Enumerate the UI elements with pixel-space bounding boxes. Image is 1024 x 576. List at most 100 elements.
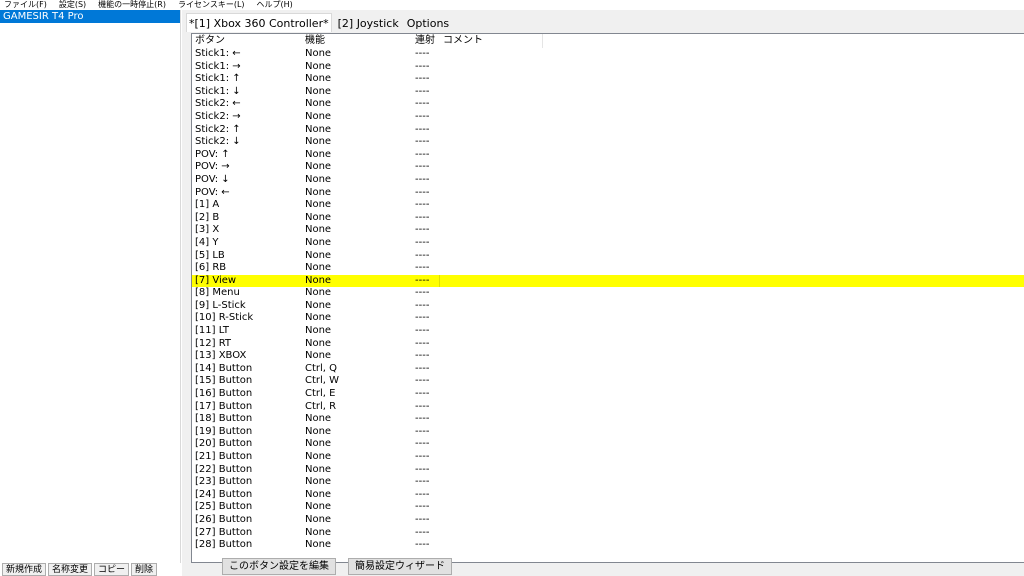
table-row[interactable]: [17] Button Ctrl, R ---- — [192, 401, 1024, 414]
table-row[interactable]: [12] RT None ---- — [192, 338, 1024, 351]
cell-function: None — [305, 287, 332, 299]
table-row[interactable]: Stick1: ↓ None ---- — [192, 86, 1024, 99]
cell-comment — [440, 287, 543, 300]
cell-button: [7] View — [195, 274, 237, 286]
cell-rapid-fire: ---- — [415, 501, 430, 513]
tab-bar: *[1] Xbox 360 Controller* [2] Joystick O… — [182, 10, 451, 32]
cell-function: None — [305, 199, 332, 211]
table-row[interactable]: [8] Menu None ---- — [192, 287, 1024, 300]
menu-settings[interactable]: 設定(S) — [59, 0, 86, 10]
table-row[interactable]: [4] Y None ---- — [192, 237, 1024, 250]
table-row[interactable]: POV: → None ---- — [192, 161, 1024, 174]
table-row[interactable]: [18] Button None ---- — [192, 413, 1024, 426]
table-row[interactable]: [16] Button Ctrl, E ---- — [192, 388, 1024, 401]
table-row[interactable]: [3] X None ---- — [192, 224, 1024, 237]
cell-button: [16] Button — [195, 388, 253, 400]
cell-rapid-fire: ---- — [415, 438, 430, 450]
button-mapping-list[interactable]: ボタン 機能 連射 コメント Stick1: ← None ---- Stick1: … — [191, 33, 1024, 563]
cell-comment — [440, 338, 543, 351]
simple-setup-wizard-button[interactable]: 簡易設定ウィザード — [348, 558, 452, 575]
table-row[interactable]: [21] Button None ---- — [192, 451, 1024, 464]
cell-rapid-fire: ---- — [415, 48, 430, 59]
cell-function: None — [305, 501, 332, 513]
table-row[interactable]: Stick1: ↑ None ---- — [192, 73, 1024, 86]
header-button[interactable]: ボタン — [192, 34, 302, 48]
table-row[interactable]: Stick1: ← None ---- — [192, 48, 1024, 61]
device-list-buttons: 新規作成 名称変更 コピー 削除 — [0, 563, 181, 576]
cell-comment — [440, 375, 543, 388]
cell-button: [13] XBOX — [195, 350, 247, 362]
header-comment[interactable]: コメント — [440, 34, 543, 48]
table-row[interactable]: [15] Button Ctrl, W ---- — [192, 375, 1024, 388]
header-function[interactable]: 機能 — [302, 34, 412, 48]
cell-comment — [440, 514, 543, 527]
cell-button: [23] Button — [195, 476, 253, 488]
cell-function: None — [305, 85, 332, 97]
cell-comment — [440, 124, 543, 137]
tab-xbox-controller[interactable]: *[1] Xbox 360 Controller* — [186, 13, 332, 32]
cell-comment — [440, 388, 543, 401]
table-row[interactable]: [9] L-Stick None ---- — [192, 300, 1024, 313]
cell-function: Ctrl, R — [305, 400, 337, 412]
new-button[interactable]: 新規作成 — [2, 563, 47, 576]
table-row[interactable]: [2] B None ---- — [192, 212, 1024, 225]
table-row[interactable]: [24] Button None ---- — [192, 489, 1024, 502]
menu-license[interactable]: ライセンスキー(L) — [178, 0, 245, 10]
table-row[interactable]: Stick2: ↑ None ---- — [192, 124, 1024, 137]
table-row[interactable]: Stick1: → None ---- — [192, 61, 1024, 74]
cell-function: Ctrl, E — [305, 388, 336, 400]
table-row[interactable]: [26] Button None ---- — [192, 514, 1024, 527]
table-row[interactable]: [7] View None ---- — [192, 274, 1024, 288]
menu-help[interactable]: ヘルプ(H) — [257, 0, 293, 10]
cell-function: None — [305, 73, 332, 85]
table-row[interactable]: [23] Button None ---- — [192, 476, 1024, 489]
cell-function: None — [305, 463, 332, 475]
cell-rapid-fire: ---- — [415, 85, 430, 97]
table-row[interactable]: POV: ↓ None ---- — [192, 174, 1024, 187]
edit-button-setting-button[interactable]: このボタン設定を編集 — [222, 558, 336, 575]
table-row[interactable]: Stick2: → None ---- — [192, 111, 1024, 124]
table-row[interactable]: [6] RB None ---- — [192, 262, 1024, 275]
cell-function: None — [305, 123, 332, 135]
table-row[interactable]: [20] Button None ---- — [192, 438, 1024, 451]
menu-file[interactable]: ファイル(F) — [4, 0, 47, 10]
table-row[interactable]: [27] Button None ---- — [192, 527, 1024, 540]
table-row[interactable]: [28] Button None ---- — [192, 539, 1024, 552]
cell-comment — [440, 262, 543, 275]
delete-button[interactable]: 削除 — [131, 563, 158, 576]
cell-button: [3] X — [195, 224, 220, 236]
rename-button[interactable]: 名称変更 — [48, 563, 93, 576]
cell-button: [26] Button — [195, 513, 253, 525]
table-row[interactable]: [14] Button Ctrl, Q ---- — [192, 363, 1024, 376]
table-row[interactable]: POV: ↑ None ---- — [192, 149, 1024, 162]
cell-button: Stick2: → — [195, 110, 241, 122]
table-row[interactable]: [5] LB None ---- — [192, 250, 1024, 263]
table-row[interactable]: [1] A None ---- — [192, 199, 1024, 212]
cell-comment — [440, 413, 543, 426]
cell-button: [2] B — [195, 211, 220, 223]
cell-button: [1] A — [195, 199, 220, 211]
table-row[interactable]: Stick2: ← None ---- — [192, 98, 1024, 111]
table-row[interactable]: [13] XBOX None ---- — [192, 350, 1024, 363]
tab-options[interactable]: Options — [405, 16, 451, 32]
table-row[interactable]: [22] Button None ---- — [192, 464, 1024, 477]
table-row[interactable]: POV: ← None ---- — [192, 187, 1024, 200]
cell-comment — [440, 401, 543, 414]
table-row[interactable]: [11] LT None ---- — [192, 325, 1024, 338]
table-row[interactable]: Stick2: ↓ None ---- — [192, 136, 1024, 149]
cell-rapid-fire: ---- — [415, 199, 430, 211]
device-list[interactable]: GAMESIR T4 Pro — [0, 10, 181, 563]
device-item-selected[interactable]: GAMESIR T4 Pro — [0, 10, 180, 23]
cell-button: POV: ← — [195, 186, 230, 198]
table-row[interactable]: [19] Button None ---- — [192, 426, 1024, 439]
table-row[interactable]: [25] Button None ---- — [192, 501, 1024, 514]
cell-rapid-fire: ---- — [415, 60, 430, 72]
header-rapid-fire[interactable]: 連射 — [412, 34, 440, 48]
tab-joystick[interactable]: [2] Joystick — [336, 16, 401, 32]
cell-button: [11] LT — [195, 325, 230, 337]
cell-rapid-fire: ---- — [415, 148, 430, 160]
table-row[interactable]: [10] R-Stick None ---- — [192, 312, 1024, 325]
copy-button[interactable]: コピー — [94, 563, 130, 576]
menu-pause[interactable]: 機能の一時停止(R) — [98, 0, 166, 10]
cell-comment — [440, 136, 543, 149]
